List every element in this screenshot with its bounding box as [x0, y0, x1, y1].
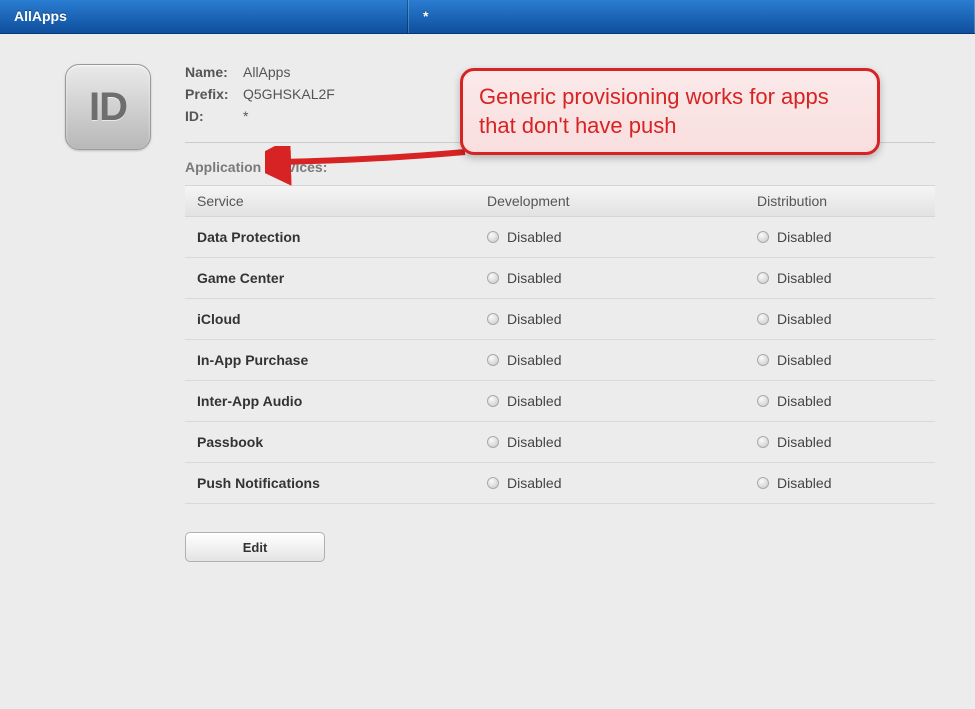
name-label: Name: — [185, 64, 237, 80]
service-dev-status: Disabled — [487, 393, 757, 409]
service-row: iCloudDisabledDisabled — [185, 299, 935, 340]
service-dev-status: Disabled — [487, 475, 757, 491]
header-bar: AllApps * — [0, 0, 975, 34]
service-dist-status: Disabled — [757, 393, 923, 409]
service-row: Inter-App AudioDisabledDisabled — [185, 381, 935, 422]
status-dot-icon — [757, 477, 769, 489]
service-row: In-App PurchaseDisabledDisabled — [185, 340, 935, 381]
service-name: Passbook — [197, 434, 487, 450]
service-name: Push Notifications — [197, 475, 487, 491]
appid-icon-text: ID — [89, 85, 127, 130]
status-dot-icon — [487, 231, 499, 243]
service-name: In-App Purchase — [197, 352, 487, 368]
status-dot-icon — [487, 354, 499, 366]
status-dot-icon — [757, 436, 769, 448]
appid-icon: ID — [65, 64, 151, 150]
edit-button[interactable]: Edit — [185, 532, 325, 562]
prefix-value: Q5GHSKAL2F — [243, 86, 335, 102]
service-row: PassbookDisabledDisabled — [185, 422, 935, 463]
annotation-callout: Generic provisioning works for apps that… — [460, 68, 880, 155]
service-dist-status: Disabled — [757, 270, 923, 286]
service-name: Game Center — [197, 270, 487, 286]
service-dist-status: Disabled — [757, 352, 923, 368]
service-dev-status: Disabled — [487, 270, 757, 286]
annotation-arrow-icon — [265, 146, 475, 196]
service-name: iCloud — [197, 311, 487, 327]
service-name: Data Protection — [197, 229, 487, 245]
id-label: ID: — [185, 108, 237, 124]
status-dot-icon — [757, 395, 769, 407]
service-dev-status: Disabled — [487, 434, 757, 450]
status-dot-icon — [487, 313, 499, 325]
header-title-right[interactable]: * — [408, 0, 975, 33]
service-dev-status: Disabled — [487, 352, 757, 368]
service-dev-status: Disabled — [487, 311, 757, 327]
header-title-left[interactable]: AllApps — [0, 0, 408, 33]
col-header-development: Development — [487, 193, 757, 209]
name-value: AllApps — [243, 64, 290, 80]
status-dot-icon — [757, 231, 769, 243]
service-dev-status: Disabled — [487, 229, 757, 245]
prefix-label: Prefix: — [185, 86, 237, 102]
service-dist-status: Disabled — [757, 475, 923, 491]
services-table: Service Development Distribution Data Pr… — [185, 185, 935, 504]
status-dot-icon — [757, 272, 769, 284]
service-row: Game CenterDisabledDisabled — [185, 258, 935, 299]
status-dot-icon — [487, 477, 499, 489]
status-dot-icon — [757, 313, 769, 325]
status-dot-icon — [757, 354, 769, 366]
service-dist-status: Disabled — [757, 434, 923, 450]
service-dist-status: Disabled — [757, 311, 923, 327]
status-dot-icon — [487, 436, 499, 448]
service-row: Push NotificationsDisabledDisabled — [185, 463, 935, 504]
id-value: * — [243, 108, 248, 124]
service-name: Inter-App Audio — [197, 393, 487, 409]
service-dist-status: Disabled — [757, 229, 923, 245]
status-dot-icon — [487, 395, 499, 407]
col-header-distribution: Distribution — [757, 193, 923, 209]
status-dot-icon — [487, 272, 499, 284]
service-row: Data ProtectionDisabledDisabled — [185, 217, 935, 258]
